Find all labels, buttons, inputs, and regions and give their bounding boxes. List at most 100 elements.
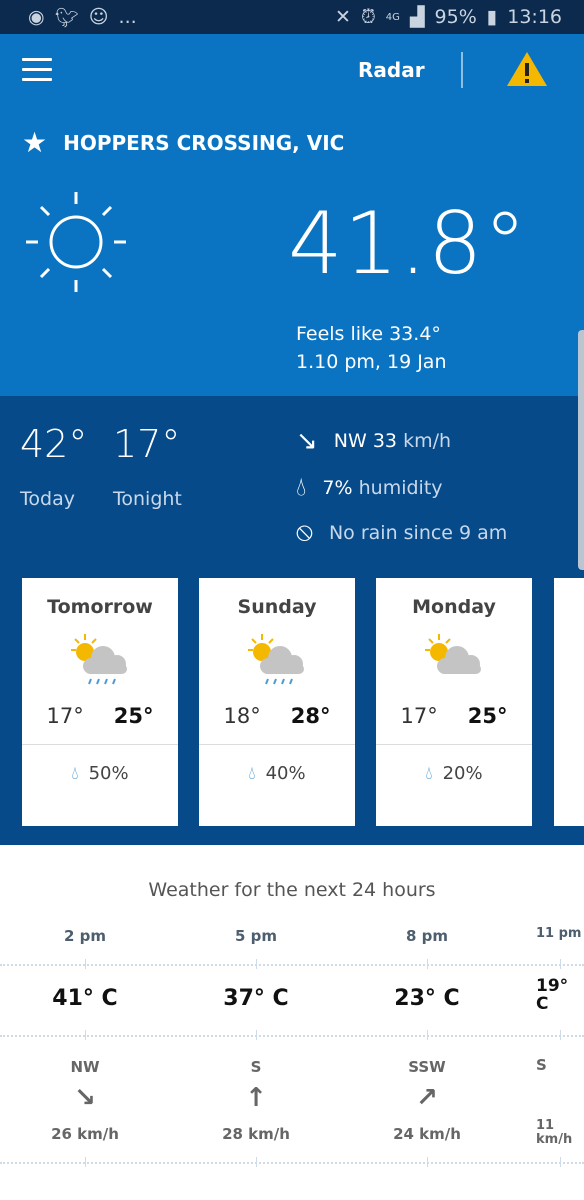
rain-chance: 40% (265, 763, 306, 784)
forecast-max: 25° (467, 704, 508, 728)
mute-icon: ✕ (335, 6, 351, 28)
rain-drop-icon: 💧︎ (71, 763, 79, 784)
wind-arrow-icon: ↗ (416, 1083, 438, 1113)
network-label: 4G (385, 11, 400, 23)
divider (0, 964, 584, 966)
forecast-min: 17° (400, 704, 438, 728)
next-24-hours: Weather for the next 24 hours 2 pm 41° C… (0, 845, 584, 1200)
hour-wind-speed: 28 km/h (222, 1125, 290, 1143)
signal-icon: ▟ (409, 6, 425, 28)
wind-arrow-icon: ↑ (245, 1083, 267, 1113)
rain-drop-icon: 💧︎ (425, 763, 433, 784)
wind-unit: km/h (403, 430, 452, 452)
today-label: Today (20, 488, 75, 510)
cloud-sun-rain-icon (22, 630, 178, 690)
tick (427, 959, 428, 969)
forecast-min: 17° (46, 704, 84, 728)
rain-chance: 50% (88, 763, 129, 784)
hour-time: 11 pm (536, 926, 582, 941)
hour-temp: 41° C (52, 986, 118, 1011)
warning-icon[interactable] (506, 50, 548, 88)
favorite-star-icon[interactable]: ★ (22, 126, 47, 159)
wind-arrow-icon: ↘ (74, 1083, 96, 1113)
hour-time: 2 pm (63, 927, 107, 945)
water-drop-icon: 💧︎ (296, 472, 307, 502)
battery-icon: ▮ (486, 6, 498, 28)
rain-since: No rain since 9 am (328, 521, 508, 544)
tick (427, 1030, 428, 1040)
cloud-sun-icon (376, 630, 532, 690)
tick (85, 1157, 86, 1167)
tick (256, 1157, 257, 1167)
sun-icon (26, 192, 126, 292)
hour-temp: 37° C (223, 986, 289, 1011)
no-rain-icon: ⦸ (296, 517, 313, 547)
menu-icon[interactable] (22, 58, 52, 88)
hour-wind-direction: NW (70, 1058, 100, 1076)
cloud-sun-rain-icon (199, 630, 355, 690)
rain-drop-icon: 💧︎ (248, 763, 256, 784)
divider (0, 1162, 584, 1164)
wind-info: ↘ NW 33 km/h (296, 426, 451, 456)
wind-speed: 33 (372, 430, 398, 452)
current-temperature: 41.8° (288, 194, 528, 294)
current-weather-panel: Radar ★ HOPPERS CROSSING, VIC 41.8° Feel… (0, 34, 584, 396)
humidity-value: 7% (322, 476, 353, 499)
clock: 13:16 (507, 6, 562, 28)
humidity-info: 💧︎ 7% humidity (296, 472, 443, 503)
edge-panel-handle[interactable] (578, 330, 584, 570)
tick (560, 1030, 561, 1040)
hour-wind-direction: S (536, 1056, 547, 1074)
radar-button[interactable]: Radar (358, 58, 425, 82)
hour-wind-speed: 24 km/h (393, 1125, 461, 1143)
rain-chance: 20% (442, 763, 483, 784)
feels-like: Feels like 33.4° (296, 323, 441, 345)
today-high: 42° (20, 422, 88, 466)
tick (560, 959, 561, 969)
hour-wind-direction: SSW (408, 1058, 446, 1076)
app-icon: ☺ (88, 6, 109, 28)
tick (85, 1030, 86, 1040)
hour-temp: 23° C (394, 986, 460, 1011)
wind-arrow-icon: ↘ (296, 426, 318, 456)
next-24-title: Weather for the next 24 hours (148, 879, 436, 901)
forecast-min: 18° (223, 704, 261, 728)
location[interactable]: ★ HOPPERS CROSSING, VIC (22, 126, 344, 159)
forecast-max: 25° (113, 704, 154, 728)
twitter-icon: 🐦︎ (54, 6, 79, 29)
tick (256, 1030, 257, 1040)
summary-panel: 42° 17° Today Tonight ↘ NW 33 km/h 💧︎ 7%… (0, 396, 584, 847)
tick (256, 959, 257, 969)
forecast-card[interactable]: Sunday 18° 28° 💧︎ 40% (199, 578, 355, 826)
battery-percent: 95% (434, 6, 477, 28)
forecast-day: Monday (412, 596, 496, 618)
tick (427, 1157, 428, 1167)
tick (85, 959, 86, 969)
divider (461, 52, 463, 88)
more-notifications: ... (118, 6, 137, 28)
forecast-day: Sunday (237, 596, 317, 618)
forecast-day: Tomorrow (47, 596, 153, 618)
tonight-label: Tonight (113, 488, 182, 510)
forecast-max: 28° (290, 704, 331, 728)
forecast-card-partial[interactable] (554, 578, 584, 826)
hour-wind-speed: 11 km/h (536, 1118, 573, 1147)
tonight-low: 17° (113, 422, 181, 466)
wind-direction: NW (333, 430, 367, 452)
tick (560, 1157, 561, 1167)
alarm-icon: ⏰︎ (360, 6, 376, 28)
hour-temp: 19° C (536, 976, 569, 1014)
forecast-card[interactable]: Monday 17° 25° 💧︎ 20% (376, 578, 532, 826)
hour-wind-speed: 26 km/h (51, 1125, 119, 1143)
forecast-card[interactable]: Tomorrow 17° 25° 💧︎ 50% (22, 578, 178, 826)
location-name: HOPPERS CROSSING, VIC (63, 130, 345, 155)
observation-time: 1.10 pm, 19 Jan (296, 351, 447, 373)
hour-time: 5 pm (234, 927, 278, 945)
messenger-icon: ◉ (28, 6, 45, 28)
humidity-label: humidity (358, 476, 443, 499)
divider (0, 1035, 584, 1037)
hour-time: 8 pm (405, 927, 449, 945)
hour-wind-direction: S (250, 1058, 262, 1076)
rain-info: ⦸ No rain since 9 am (296, 517, 507, 548)
status-bar: ◉ 🐦︎ ☺ ... ✕ ⏰︎ 4G ▟ 95% ▮ 13:16 (0, 0, 584, 34)
